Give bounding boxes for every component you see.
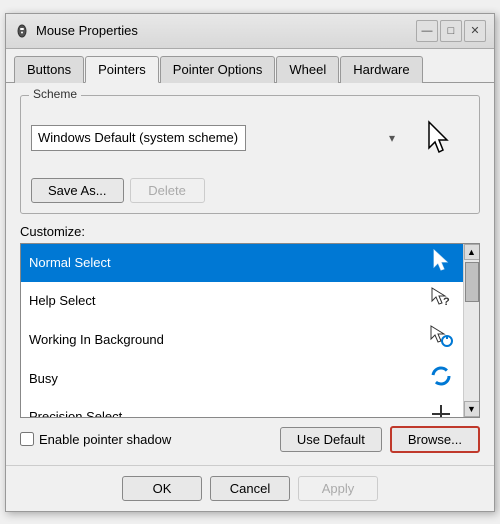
ok-button[interactable]: OK [122,476,202,501]
cursor-item-label: Working In Background [29,332,427,347]
dialog-footer: OK Cancel Apply [6,465,494,511]
enable-shadow-text: Enable pointer shadow [39,432,171,447]
browse-button[interactable]: Browse... [390,426,480,453]
scroll-down-button[interactable]: ▼ [464,401,480,417]
title-bar-left: Mouse Properties [14,23,138,39]
cancel-button[interactable]: Cancel [210,476,290,501]
list-scrollbar[interactable]: ▲ ▼ [463,244,479,417]
tab-pointers[interactable]: Pointers [85,56,159,83]
svg-text:?: ? [443,296,450,308]
list-item[interactable]: Working In Background [21,320,463,360]
list-item[interactable]: Busy [21,360,463,398]
list-item[interactable]: Precision Select [21,398,463,417]
cursor-arrow-icon [427,249,455,276]
scheme-btn-row: Save As... Delete [31,178,469,203]
apply-button[interactable]: Apply [298,476,378,501]
scroll-up-button[interactable]: ▲ [464,244,480,260]
scheme-select[interactable]: Windows Default (system scheme)None(None… [31,125,246,151]
list-item[interactable]: Help Select ? [21,282,463,320]
minimize-button[interactable]: — [416,20,438,42]
tab-wheel[interactable]: Wheel [276,56,339,83]
tab-bar: Buttons Pointers Pointer Options Wheel H… [6,49,494,83]
cursor-busy-icon [427,365,455,392]
scroll-thumb[interactable] [465,262,479,302]
delete-button[interactable]: Delete [130,178,205,203]
customize-label: Customize: [20,224,480,239]
list-item[interactable]: Normal Select [21,244,463,282]
maximize-button[interactable]: □ [440,20,462,42]
bottom-controls: Enable pointer shadow Use Default Browse… [20,426,480,453]
save-as-button[interactable]: Save As... [31,178,124,203]
cursor-help-icon: ? [427,287,455,314]
scroll-track [464,260,479,401]
title-bar-controls: — □ ✕ [416,20,486,42]
cursor-item-label: Help Select [29,293,427,308]
tab-hardware[interactable]: Hardware [340,56,422,83]
tab-content: Scheme Windows Default (system scheme)No… [6,83,494,465]
scheme-group-label: Scheme [29,87,81,101]
close-button[interactable]: ✕ [464,20,486,42]
cursor-list: Normal Select Help Select [20,243,480,418]
preview-cursor-icon [425,120,453,156]
title-bar: Mouse Properties — □ ✕ [6,14,494,49]
cursor-working-icon [427,325,455,354]
cursor-precision-icon [427,403,455,417]
tab-pointer-options[interactable]: Pointer Options [160,56,276,83]
enable-shadow-checkbox[interactable] [20,432,34,446]
cursor-item-label: Normal Select [29,255,427,270]
customize-section: Customize: Normal Select Help [20,224,480,453]
scheme-select-wrapper: Windows Default (system scheme)None(None… [31,125,401,151]
scheme-group: Scheme Windows Default (system scheme)No… [20,95,480,214]
cursor-list-items: Normal Select Help Select [21,244,463,417]
cursor-item-label: Precision Select [29,409,427,417]
enable-shadow-label[interactable]: Enable pointer shadow [20,432,272,447]
mouse-properties-window: Mouse Properties — □ ✕ Buttons Pointers … [5,13,495,512]
window-title: Mouse Properties [36,23,138,38]
cursor-item-label: Busy [29,371,427,386]
use-default-button[interactable]: Use Default [280,427,382,452]
window-icon [14,23,30,39]
scheme-preview [409,108,469,168]
scheme-row: Windows Default (system scheme)None(None… [31,108,469,168]
tab-buttons[interactable]: Buttons [14,56,84,83]
